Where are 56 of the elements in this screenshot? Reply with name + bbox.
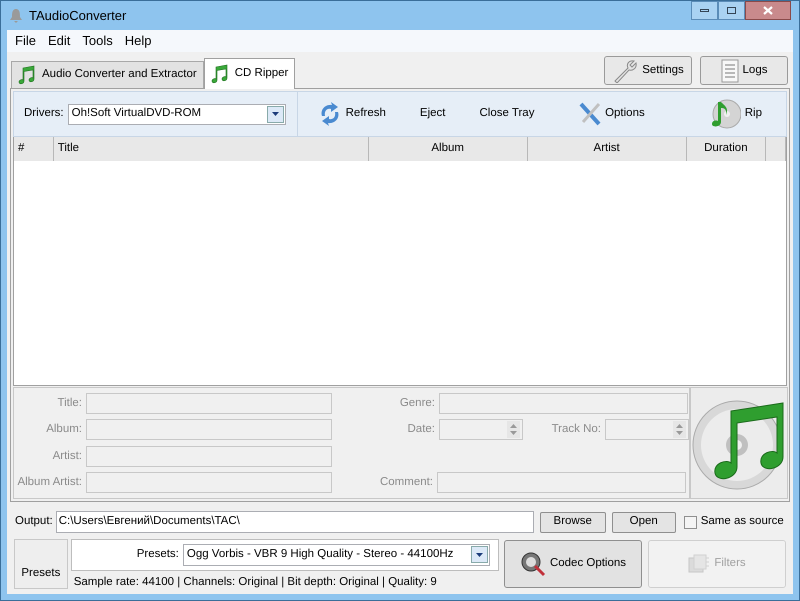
magnifier-icon [520, 551, 546, 577]
minimize-button[interactable] [691, 1, 718, 20]
bell-icon [9, 8, 23, 24]
drivers-dropdown[interactable]: Oh!Soft VirtualDVD-ROM [68, 104, 286, 124]
tab[interactable]: CD Ripper [204, 58, 296, 89]
logs-button[interactable]: Logs [700, 56, 788, 85]
wrench-icon [612, 58, 638, 82]
spin-field[interactable] [605, 419, 689, 440]
spin-arrows-icon [507, 421, 520, 438]
close-icon [763, 6, 773, 15]
field-label: Album Artist: [16, 475, 83, 490]
open-button[interactable]: Open [612, 512, 676, 532]
text-field[interactable] [437, 472, 686, 494]
field-label: Genre: [398, 396, 436, 411]
menu-item[interactable]: Tools [77, 31, 118, 51]
toolbar-button[interactable]: Rip [704, 97, 766, 131]
toolbar-button[interactable]: Refresh [314, 97, 390, 131]
chip-icon [688, 554, 710, 574]
toolbar-button[interactable]: Options [575, 97, 649, 131]
field-label: Comment: [378, 475, 434, 490]
tab[interactable]: Audio Converter and Extractor [11, 61, 204, 88]
settings-button[interactable]: Settings [604, 56, 692, 85]
music-note-icon [18, 65, 36, 85]
menu-item[interactable]: Edit [42, 31, 76, 51]
presets-label: Presets: [136, 547, 179, 562]
menu-item[interactable]: File [10, 31, 41, 51]
toolbar-button[interactable]: Close Tray [475, 97, 538, 131]
same-as-source-checkbox[interactable]: Same as source [684, 513, 784, 531]
field-label: Album: [45, 422, 83, 438]
maximize-button[interactable] [718, 1, 745, 20]
spin-arrows-icon [673, 421, 686, 438]
menu-item[interactable]: Help [120, 31, 156, 51]
field-label: Artist: [52, 448, 83, 464]
output-field[interactable]: C:\Users\Евгений\Documents\TAC\ [56, 511, 534, 533]
browse-button[interactable]: Browse [540, 512, 606, 532]
output-label: Output: [15, 514, 53, 530]
text-field[interactable] [86, 446, 332, 467]
field-label: Date: [406, 422, 436, 438]
audio-info-text: Sample rate: 44100 | Channels: Original | Bit depth: Original | Quality: 9 [72, 574, 438, 590]
music-note-icon [210, 64, 229, 84]
drivers-label: Drivers: [24, 106, 64, 122]
close-button[interactable] [745, 1, 791, 20]
window-title: TAudioConverter [29, 6, 126, 25]
toolbar-button[interactable]: Eject [416, 97, 450, 131]
field-label: Track No: [550, 422, 602, 438]
text-field[interactable] [86, 392, 332, 414]
spin-field[interactable] [439, 419, 523, 440]
presets-dropdown[interactable]: Ogg Vorbis - VBR 9 High Quality - Stereo - 44100Hz [182, 544, 490, 566]
tools-icon [579, 102, 602, 126]
text-field[interactable] [86, 472, 332, 494]
presets-button[interactable]: Presets [14, 539, 68, 589]
codec-options-button[interactable]: Codec Options [504, 540, 642, 588]
text-field[interactable] [86, 419, 332, 440]
field-label: Title: [56, 396, 83, 411]
text-field[interactable] [439, 392, 688, 414]
document-icon [720, 58, 739, 82]
